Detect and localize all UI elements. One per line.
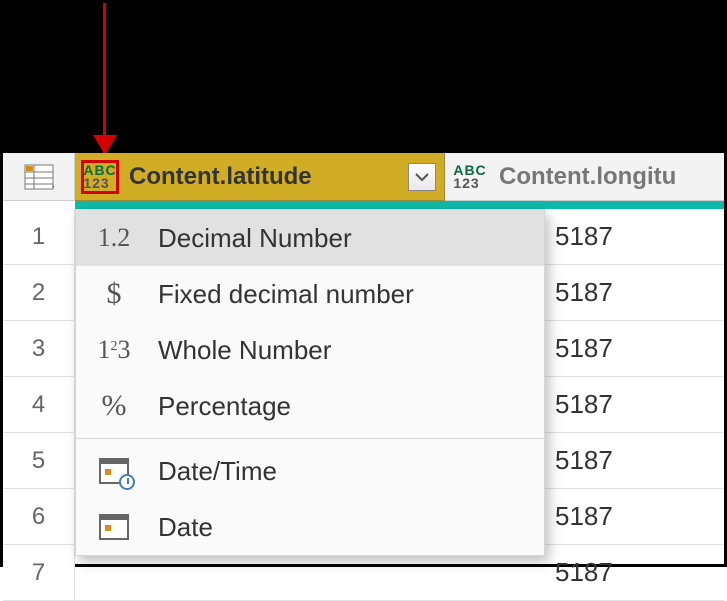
chevron-down-icon xyxy=(415,172,429,182)
menu-item-label: Fixed decimal number xyxy=(158,279,414,310)
row-number[interactable]: 6 xyxy=(3,489,75,545)
whole-number-icon: 123 xyxy=(94,332,134,368)
type-icon-abc123[interactable]: ABC123 xyxy=(81,160,119,194)
column-label: Content.longitu xyxy=(499,163,716,191)
currency-icon: $ xyxy=(94,276,134,312)
datetime-icon xyxy=(94,453,134,489)
data-grid: ABC123 Content.latitude ABC123 Content.l… xyxy=(3,153,724,564)
type-icon-abc123[interactable]: ABC123 xyxy=(451,160,489,194)
menu-item-label: Percentage xyxy=(158,391,291,422)
annotation-arrow xyxy=(103,3,106,153)
row-number[interactable]: 5 xyxy=(3,433,75,489)
column-filter-button[interactable] xyxy=(408,163,436,191)
column-label: Content.latitude xyxy=(129,163,398,191)
type-option-fixed-decimal[interactable]: $ Fixed decimal number xyxy=(76,266,544,322)
row-number[interactable]: 7 xyxy=(3,545,75,601)
row-number[interactable]: 4 xyxy=(3,377,75,433)
column-header-longitude[interactable]: ABC123 Content.longitu xyxy=(445,153,724,201)
annotation-backdrop xyxy=(3,3,724,153)
table-icon xyxy=(24,164,54,190)
menu-separator xyxy=(76,438,544,439)
rows-area: 1 5187 2 5187 3 5187 4 5187 5 5187 6 518… xyxy=(3,209,724,601)
row-number[interactable]: 1 xyxy=(3,209,75,265)
type-option-datetime[interactable]: Date/Time xyxy=(76,443,544,499)
type-option-percentage[interactable]: % Percentage xyxy=(76,378,544,434)
data-type-menu: 1.2 Decimal Number $ Fixed decimal numbe… xyxy=(75,209,545,556)
menu-item-label: Date xyxy=(158,512,213,543)
column-header-row: ABC123 Content.latitude ABC123 Content.l… xyxy=(3,153,724,201)
row-number[interactable]: 2 xyxy=(3,265,75,321)
percent-icon: % xyxy=(94,388,134,424)
column-header-latitude[interactable]: ABC123 Content.latitude xyxy=(75,153,445,201)
date-icon xyxy=(94,509,134,545)
menu-item-label: Date/Time xyxy=(158,456,277,487)
row-number[interactable]: 3 xyxy=(3,321,75,377)
column-quality-bar xyxy=(75,201,724,209)
type-option-decimal-number[interactable]: 1.2 Decimal Number xyxy=(76,210,544,266)
type-option-date[interactable]: Date xyxy=(76,499,544,555)
decimal-icon: 1.2 xyxy=(94,220,134,256)
menu-item-label: Decimal Number xyxy=(158,223,352,254)
select-all-corner[interactable] xyxy=(3,153,75,201)
type-option-whole-number[interactable]: 123 Whole Number xyxy=(76,322,544,378)
menu-item-label: Whole Number xyxy=(158,335,331,366)
